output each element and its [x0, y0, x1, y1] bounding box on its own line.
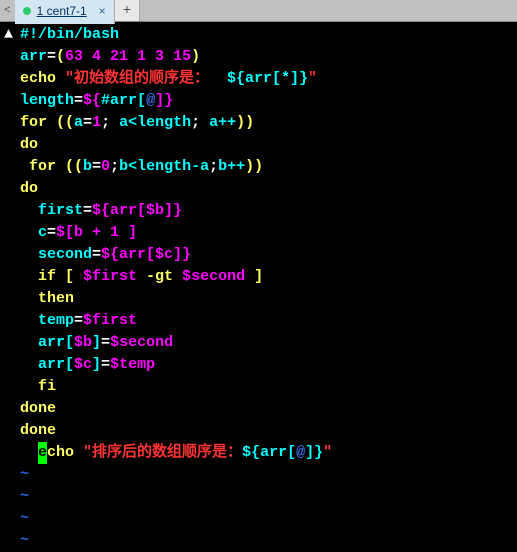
- tab-status-dot: [23, 7, 31, 15]
- code-text: #!/bin/bash: [20, 24, 119, 46]
- empty-line-tilde: ~: [20, 530, 29, 552]
- tab-nav-left[interactable]: <: [0, 0, 15, 22]
- tab-bar: < 1 cent7-1 × +: [0, 0, 517, 22]
- tab-active[interactable]: 1 cent7-1 ×: [15, 0, 115, 24]
- tab-close-icon[interactable]: ×: [99, 0, 106, 22]
- empty-line-tilde: ~: [20, 508, 29, 530]
- tab-label: 1 cent7-1: [37, 0, 87, 22]
- tab-add-button[interactable]: +: [115, 0, 140, 21]
- cursor: e: [38, 442, 47, 464]
- empty-line-tilde: ~: [20, 464, 29, 486]
- empty-line-tilde: ~: [20, 486, 29, 508]
- editor-area[interactable]: ▲#!/bin/bash arr=(63 4 21 1 3 15) echo "…: [0, 22, 517, 552]
- scroll-up-icon[interactable]: ▲: [4, 24, 20, 46]
